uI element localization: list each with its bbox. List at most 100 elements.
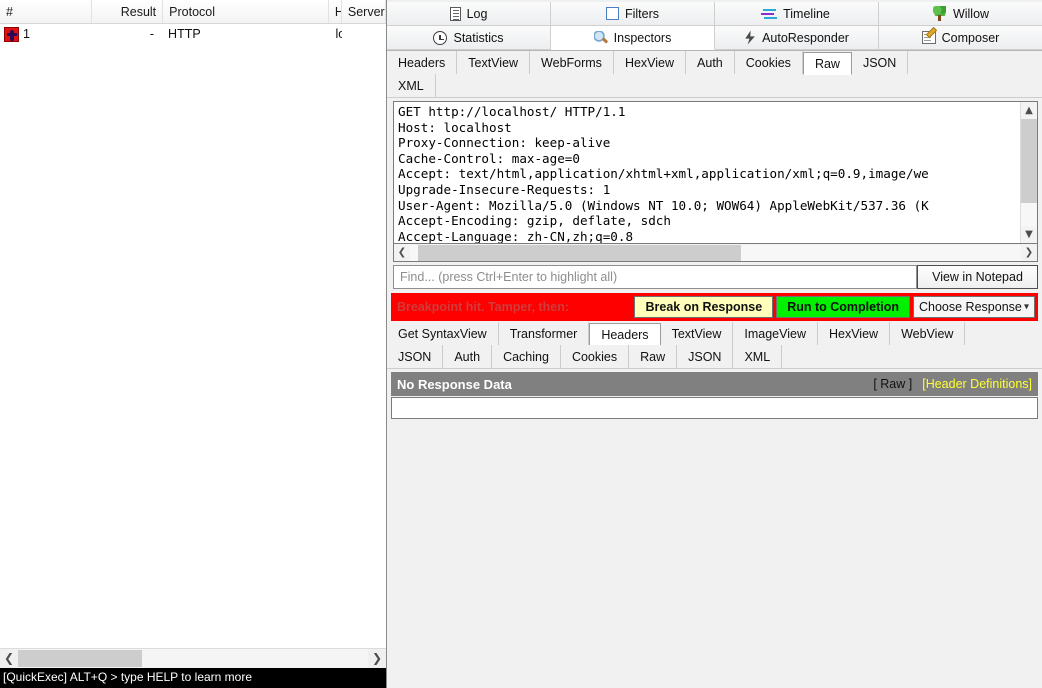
response-tab-imageview[interactable]: ImageView (733, 322, 818, 345)
column-header-result[interactable]: Result (92, 0, 164, 23)
response-body-empty-area (387, 419, 1042, 688)
tab-filters-label: Filters (624, 6, 660, 21)
column-header-number[interactable]: # (0, 0, 92, 23)
response-tab-headers[interactable]: Headers (589, 323, 661, 346)
tab-log-label: Log (466, 6, 488, 21)
response-tabs-row-2: JSON Auth Caching Cookies Raw JSON XML (387, 345, 1042, 368)
scroll-up-icon[interactable]: ▲ (1021, 102, 1037, 119)
tab-log[interactable]: Log (387, 2, 551, 26)
request-tab-hexview[interactable]: HexView (613, 51, 687, 74)
vscroll-track[interactable] (1021, 119, 1037, 226)
response-inspector-tabs: Get SyntaxView Transformer Headers TextV… (387, 321, 1042, 369)
scroll-track[interactable] (18, 648, 368, 668)
request-tab-headers[interactable]: Headers (387, 51, 458, 74)
request-tab-textview[interactable]: TextView (457, 51, 531, 74)
response-tab-transformer[interactable]: Transformer (498, 322, 590, 345)
cell-result: - (149, 27, 155, 41)
breakpoint-icon (4, 27, 19, 42)
break-on-response-button[interactable]: Break on Response (634, 296, 774, 318)
log-icon (449, 6, 461, 21)
statistics-icon (433, 30, 448, 45)
main-tabs-row-2: Statistics Inspectors AutoResponder Comp… (387, 26, 1042, 50)
sessions-list[interactable]: 1 - HTTP localhost (0, 24, 386, 648)
cell-server (342, 24, 386, 45)
tab-timeline-label: Timeline (783, 6, 830, 21)
tab-timeline[interactable]: Timeline (715, 2, 879, 26)
response-tab-caching[interactable]: Caching (492, 345, 561, 368)
tab-composer-label: Composer (941, 30, 1000, 45)
response-tab-get-syntaxview[interactable]: Get SyntaxView (387, 322, 499, 345)
breakpoint-message: Breakpoint hit. Tamper, then: (397, 300, 570, 314)
response-tab-json[interactable]: JSON (387, 345, 444, 368)
request-tab-auth[interactable]: Auth (686, 51, 735, 74)
request-tabs-filler (908, 51, 1042, 74)
request-raw-viewer[interactable]: GET http://localhost/ HTTP/1.1 Host: loc… (393, 101, 1038, 244)
chevron-down-icon: ▾ (1023, 301, 1029, 313)
tab-inspectors[interactable]: Inspectors (551, 26, 715, 50)
request-tabs-row-2: XML (387, 74, 1042, 97)
view-in-notepad-button[interactable]: View in Notepad (917, 265, 1038, 289)
tab-autoresponder-label: AutoResponder (762, 30, 849, 45)
tab-autoresponder[interactable]: AutoResponder (715, 26, 879, 50)
scroll-down-icon[interactable]: ▼ (1021, 226, 1037, 243)
response-tab-xml[interactable]: XML (733, 345, 783, 368)
request-tabs-filler-2 (436, 74, 1042, 97)
response-tab-hexview[interactable]: HexView (817, 322, 891, 345)
scroll-right-icon[interactable]: ❯ (368, 648, 386, 668)
response-tab-json-2[interactable]: JSON (677, 345, 734, 368)
header-definitions-link[interactable]: [Header Definitions] (922, 377, 1032, 391)
response-title: No Response Data (397, 376, 512, 392)
fiddler-window: # Result Protocol Host Server 1 - HTTP l… (0, 0, 1042, 688)
request-vertical-scrollbar[interactable]: ▲ ▼ (1020, 102, 1037, 243)
timeline-icon (763, 8, 777, 20)
response-tab-webview[interactable]: WebView (890, 322, 966, 345)
hscroll-track[interactable] (410, 244, 1021, 261)
breakpoint-bar: Breakpoint hit. Tamper, then: Break on R… (391, 293, 1038, 321)
tab-willow-label: Willow (952, 6, 990, 21)
willow-icon (932, 6, 947, 21)
column-header-server[interactable]: Server (342, 0, 386, 23)
request-tab-raw[interactable]: Raw (802, 52, 852, 75)
inspectors-icon (593, 30, 608, 45)
column-header-protocol[interactable]: Protocol (163, 0, 329, 23)
cell-number: 1 (23, 27, 30, 41)
request-raw-text[interactable]: GET http://localhost/ HTTP/1.1 Host: loc… (394, 102, 1020, 243)
sessions-column-header: # Result Protocol Host Server (0, 0, 386, 24)
choose-response-dropdown[interactable]: Choose Response ▾ (913, 296, 1035, 318)
request-inspector-tabs: Headers TextView WebForms HexView Auth C… (387, 51, 1042, 98)
search-input[interactable] (393, 265, 917, 289)
sessions-horizontal-scrollbar[interactable]: ❮ ❯ (0, 648, 386, 668)
hscroll-right-icon[interactable]: ❯ (1021, 245, 1037, 261)
cell-host: localhost (335, 27, 342, 41)
response-tabs-row-1: Get SyntaxView Transformer Headers TextV… (387, 322, 1042, 346)
scroll-thumb[interactable] (18, 649, 142, 667)
vscroll-thumb[interactable] (1021, 119, 1037, 203)
response-tab-raw[interactable]: Raw (629, 345, 678, 368)
quickexec-bar[interactable]: [QuickExec] ALT+Q > type HELP to learn m… (0, 667, 386, 688)
request-tab-webforms[interactable]: WebForms (530, 51, 614, 74)
hscroll-thumb[interactable] (418, 244, 741, 261)
tab-composer[interactable]: Composer (879, 26, 1042, 50)
response-raw-link[interactable]: [ Raw ] (873, 377, 912, 391)
sessions-pane: # Result Protocol Host Server 1 - HTTP l… (0, 0, 387, 688)
tab-willow[interactable]: Willow (879, 2, 1042, 26)
response-header-field[interactable] (391, 397, 1038, 419)
scroll-left-icon[interactable]: ❮ (0, 648, 18, 668)
filters-icon (605, 7, 619, 20)
response-tab-cookies[interactable]: Cookies (560, 345, 630, 368)
table-row[interactable]: 1 - HTTP localhost (0, 24, 386, 45)
hscroll-left-icon[interactable]: ❮ (394, 245, 410, 261)
column-header-host[interactable]: Host (329, 0, 342, 23)
request-tab-json[interactable]: JSON (851, 51, 909, 74)
request-tab-xml[interactable]: XML (387, 74, 436, 97)
cell-protocol: HTTP (168, 27, 201, 41)
response-tab-auth[interactable]: Auth (443, 345, 493, 368)
tab-statistics[interactable]: Statistics (387, 26, 551, 50)
request-horizontal-scrollbar[interactable]: ❮ ❯ (393, 244, 1038, 262)
request-tab-cookies[interactable]: Cookies (734, 51, 803, 74)
main-tabs-row-1: Log Filters Timeline Willow (387, 2, 1042, 26)
response-tab-textview[interactable]: TextView (660, 322, 734, 345)
inspector-pane: Log Filters Timeline Willow Statistics I… (387, 0, 1042, 688)
run-to-completion-button[interactable]: Run to Completion (776, 296, 910, 318)
tab-filters[interactable]: Filters (551, 2, 715, 26)
